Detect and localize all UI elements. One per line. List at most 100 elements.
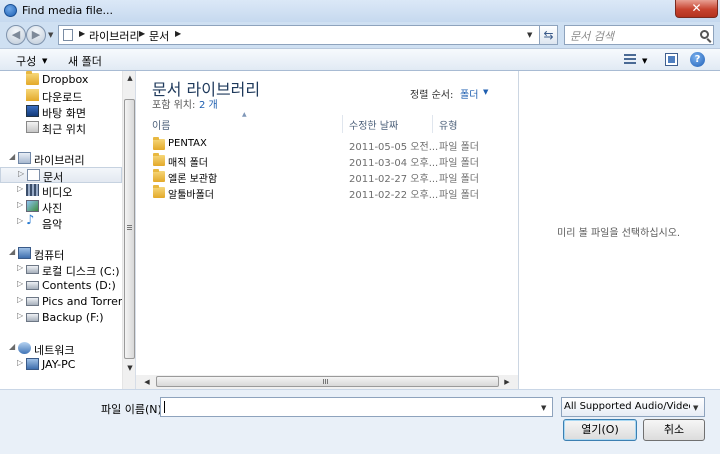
nav-item-downloads[interactable]: 다운로드 <box>0 88 122 104</box>
scroll-up-arrow-icon[interactable]: ▲ <box>123 71 135 85</box>
file-list-pane: 문서 라이브러리 포함 위치: 2 개 정렬 순서: 폴더 ▼ ▲ 이름 수정한… <box>136 71 518 375</box>
column-header-date[interactable]: 수정한 날짜 <box>349 117 398 135</box>
view-dropdown-icon[interactable]: ▼ <box>642 57 647 65</box>
drive-icon <box>26 297 39 306</box>
file-row[interactable]: 매직 폴더 2011-03-04 오후... 파일 폴더 <box>150 153 506 169</box>
nav-item-label: Contents (D:) <box>42 279 116 292</box>
nav-item-libraries[interactable]: ◢ 라이브러리 <box>0 151 122 167</box>
column-divider[interactable] <box>342 115 343 133</box>
expand-arrow-icon[interactable]: ▷ <box>18 169 24 178</box>
nav-item-dropbox[interactable]: Dropbox <box>0 71 122 88</box>
organize-dropdown-icon[interactable]: ▼ <box>42 57 47 65</box>
music-library-icon: ♪ <box>26 213 35 228</box>
back-button[interactable]: ◀ <box>6 25 26 45</box>
nav-item-jay-pc[interactable]: ▷ JAY-PC <box>0 357 122 373</box>
filename-input[interactable]: ▼ <box>160 397 553 417</box>
address-dropdown-icon[interactable]: ▼ <box>527 31 532 39</box>
expand-arrow-icon[interactable]: ▷ <box>17 184 23 193</box>
search-icon[interactable] <box>700 30 709 39</box>
forward-arrow-icon: ▶ <box>31 28 41 41</box>
search-input[interactable]: 문서 검색 <box>570 28 614 44</box>
view-options-icon[interactable] <box>624 54 636 65</box>
preview-pane-icon[interactable] <box>665 53 678 66</box>
grip-icon <box>127 225 132 231</box>
search-box[interactable]: 문서 검색 <box>564 25 714 45</box>
nav-item-desktop[interactable]: 바탕 화면 <box>0 104 122 120</box>
collapse-arrow-icon[interactable]: ◢ <box>9 342 15 351</box>
column-header-name[interactable]: 이름 <box>152 117 170 135</box>
nav-item-label: 다운로드 <box>42 91 83 104</box>
file-row[interactable]: PENTAX 2011-05-05 오전... 파일 폴더 <box>150 137 506 153</box>
help-icon[interactable]: ? <box>690 52 705 67</box>
nav-item-label: 라이브러리 <box>34 154 85 167</box>
file-row[interactable]: 엘론 보관함 2011-02-27 오후... 파일 폴더 <box>150 169 506 185</box>
scroll-right-arrow-icon[interactable]: ▶ <box>500 375 514 389</box>
expand-arrow-icon[interactable]: ▷ <box>17 263 23 272</box>
arrange-by-dropdown[interactable]: 폴더 <box>460 86 478 101</box>
refresh-button[interactable]: ⇆ <box>540 25 558 45</box>
drive-icon <box>26 313 39 322</box>
nav-item-pictures[interactable]: ▷ 사진 <box>0 199 122 215</box>
scrollbar-thumb[interactable] <box>156 376 499 387</box>
nav-item-drive-c[interactable]: ▷ 로컬 디스크 (C:) <box>0 262 122 278</box>
nav-item-recent-places[interactable]: 최근 위치 <box>0 120 122 136</box>
file-list-horizontal-scrollbar[interactable]: ◀ ▶ <box>136 375 518 389</box>
navigation-pane: Dropbox 다운로드 바탕 화면 최근 위치 ◢ 라이브러리 ▷ 문서 ▷ … <box>0 71 136 389</box>
column-divider[interactable] <box>432 115 433 133</box>
preview-message: 미리 볼 파일을 선택하십시오. <box>557 228 681 239</box>
nav-item-network[interactable]: ◢ 네트워크 <box>0 341 122 357</box>
organize-button[interactable]: 구성 <box>16 53 36 69</box>
arrange-dropdown-icon[interactable]: ▼ <box>483 88 488 96</box>
breadcrumb-separator-icon[interactable]: ▶ <box>175 29 181 38</box>
file-type-filter-select[interactable]: All Supported Audio/Video Files ▼ <box>561 397 705 417</box>
local-disk-icon <box>26 265 39 274</box>
file-date: 2011-05-05 오전... <box>349 142 439 153</box>
expand-arrow-icon[interactable]: ▷ <box>17 311 23 320</box>
filename-history-dropdown-icon[interactable]: ▼ <box>541 404 546 412</box>
nav-item-label: 컴퓨터 <box>34 249 65 262</box>
column-header-type[interactable]: 유형 <box>439 117 457 135</box>
title-bar: Find media file... ✕ <box>0 0 720 22</box>
address-bar[interactable]: ▶ 라이브러리 ▶ 문서 ▶ ▼ <box>58 25 540 45</box>
nav-item-label: 로컬 디스크 (C:) <box>42 265 120 278</box>
nav-item-label: Dropbox <box>42 73 89 86</box>
expand-arrow-icon[interactable]: ▷ <box>17 216 23 225</box>
nav-item-music[interactable]: ▷ ♪ 음악 <box>0 213 122 231</box>
breadcrumb-libraries[interactable]: 라이브러리 <box>89 28 140 44</box>
breadcrumb-separator-icon[interactable]: ▶ <box>139 29 145 38</box>
collapse-arrow-icon[interactable]: ◢ <box>9 152 15 161</box>
nav-item-label: 비디오 <box>42 186 73 199</box>
nav-item-drive-f[interactable]: ▷ Backup (F:) <box>0 310 122 326</box>
nav-item-drive-d[interactable]: ▷ Contents (D:) <box>0 278 122 294</box>
includes-locations-link[interactable]: 2 개 <box>199 96 218 111</box>
scroll-down-arrow-icon[interactable]: ▼ <box>123 361 135 375</box>
cancel-button[interactable]: 취소 <box>643 419 705 441</box>
recent-pages-dropdown[interactable]: ▼ <box>48 31 53 39</box>
folder-icon <box>153 153 165 166</box>
breadcrumb-separator-icon[interactable]: ▶ <box>79 29 85 38</box>
breadcrumb-documents[interactable]: 문서 <box>149 28 169 44</box>
expand-arrow-icon[interactable]: ▷ <box>17 279 23 288</box>
nav-item-videos[interactable]: ▷ 비디오 <box>0 183 122 199</box>
expand-arrow-icon[interactable]: ▷ <box>17 295 23 304</box>
computer-icon <box>26 358 39 370</box>
new-folder-button[interactable]: 새 폴더 <box>68 53 102 69</box>
nav-item-computer[interactable]: ◢ 컴퓨터 <box>0 246 122 262</box>
scrollbar-thumb[interactable] <box>124 99 135 359</box>
file-type: 파일 폴더 <box>439 174 479 185</box>
file-row[interactable]: 알툴바폴더 2011-02-22 오후... 파일 폴더 <box>150 185 506 201</box>
network-icon <box>18 342 31 354</box>
chevron-down-icon[interactable]: ▼ <box>693 404 698 412</box>
nav-item-documents[interactable]: ▷ 문서 <box>0 167 122 184</box>
expand-arrow-icon[interactable]: ▷ <box>17 358 23 367</box>
scroll-left-arrow-icon[interactable]: ◀ <box>140 375 154 389</box>
expand-arrow-icon[interactable]: ▷ <box>17 200 23 209</box>
window-title: Find media file... <box>22 4 114 17</box>
close-button[interactable]: ✕ <box>675 0 718 18</box>
nav-item-drive-e[interactable]: ▷ Pics and Torrents (E: <box>0 294 135 310</box>
open-button[interactable]: 열기(O) <box>563 419 637 441</box>
navigation-scrollbar[interactable]: ▲ ▼ <box>122 71 135 389</box>
folder-icon <box>153 185 165 198</box>
forward-button[interactable]: ▶ <box>26 25 46 45</box>
collapse-arrow-icon[interactable]: ◢ <box>9 247 15 256</box>
